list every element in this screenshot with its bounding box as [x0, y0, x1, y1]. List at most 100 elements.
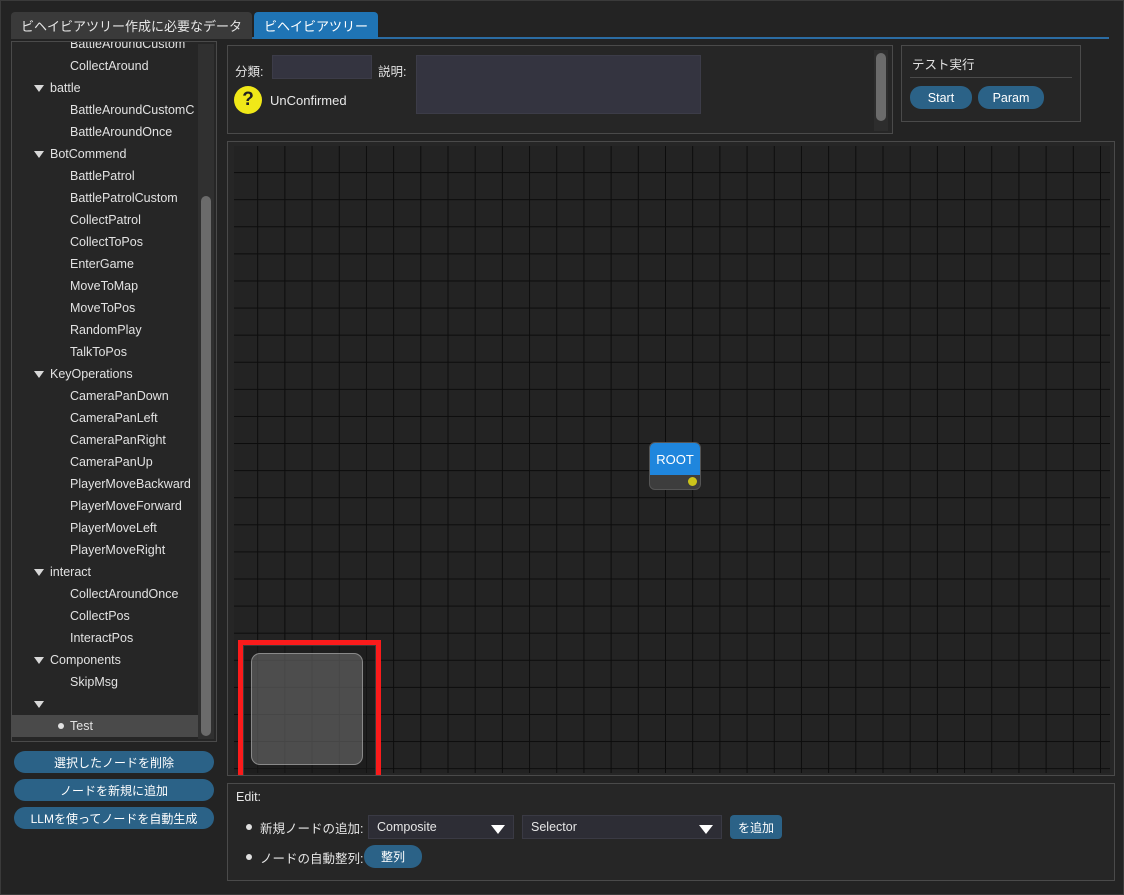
chevron-down-icon[interactable]: [34, 568, 44, 576]
minimap-viewport-rect[interactable]: [251, 653, 363, 765]
tree-item[interactable]: PlayerMoveRight: [12, 539, 198, 561]
tree-item-label: TalkToPos: [70, 345, 127, 359]
tree-item[interactable]: CollectAroundOnce: [12, 583, 198, 605]
tree-item-label: CameraPanUp: [70, 455, 153, 469]
tree-item[interactable]: CollectPos: [12, 605, 198, 627]
edit-panel-title: Edit:: [236, 790, 262, 804]
tree-item-test-selected[interactable]: Test: [12, 715, 198, 737]
tree-item-label: BattleAroundOnce: [70, 125, 173, 139]
chevron-down-icon[interactable]: [491, 825, 505, 834]
divider: [910, 77, 1072, 78]
node-output-port[interactable]: [688, 477, 697, 486]
bullet-icon: [246, 854, 252, 860]
bullet-icon: [246, 824, 252, 830]
tree-item[interactable]: MoveToPos: [12, 297, 198, 319]
tree-group-label: interact: [50, 565, 91, 579]
behavior-tree-canvas[interactable]: ROOT: [227, 141, 1115, 776]
chevron-down-icon[interactable]: [34, 370, 44, 378]
tree-group[interactable]: BotCommend: [12, 143, 198, 165]
llm-auto-generate-node-button[interactable]: LLMを使ってノードを自動生成: [14, 807, 214, 829]
tree-group-label: KeyOperations: [50, 367, 133, 381]
node-category-dropdown[interactable]: Composite: [368, 815, 514, 839]
add-node-confirm-button[interactable]: を追加: [730, 815, 782, 839]
tree-item-label: BattlePatrol: [70, 169, 135, 183]
tree-group[interactable]: Components: [12, 649, 198, 671]
minimap[interactable]: [243, 645, 376, 775]
tree-item[interactable]: CollectAround: [12, 55, 198, 77]
chevron-down-icon[interactable]: [699, 825, 713, 834]
node-tree-list: BattleAroundCustom CollectAround battle …: [12, 42, 198, 737]
chevron-down-icon[interactable]: [34, 700, 44, 708]
tab-required-data[interactable]: ビヘイビアツリー作成に必要なデータ: [11, 12, 253, 39]
tree-item[interactable]: EnterGame: [12, 253, 198, 275]
tree-item-label: InteractPos: [70, 631, 134, 645]
tree-item[interactable]: CollectToPos: [12, 231, 198, 253]
tree-item[interactable]: SkipMsg: [12, 671, 198, 693]
tree-item[interactable]: MoveToMap: [12, 275, 198, 297]
tab-behavior-tree[interactable]: ビヘイビアツリー: [254, 12, 379, 39]
minimap-highlight: [238, 640, 381, 775]
canvas-grid[interactable]: ROOT: [234, 146, 1110, 775]
question-mark-icon: ?: [234, 86, 262, 114]
tree-item[interactable]: BattleAroundCustom: [12, 42, 198, 55]
node-tree-viewport: BattleAroundCustom CollectAround battle …: [12, 42, 198, 741]
description-label: 説明:: [378, 65, 407, 79]
node-root[interactable]: ROOT: [649, 442, 701, 490]
tree-item[interactable]: CameraPanDown: [12, 385, 198, 407]
tree-item-label: Test: [70, 719, 93, 733]
tree-item-label: CollectPatrol: [70, 213, 141, 227]
start-button[interactable]: Start: [910, 86, 972, 109]
tree-item[interactable]: CameraPanUp: [12, 451, 198, 473]
info-scrollbar[interactable]: [874, 50, 888, 131]
tab-bar: ビヘイビアツリー作成に必要なデータ ビヘイビアツリー: [11, 9, 1115, 39]
auto-align-label: ノードの自動整列:: [260, 851, 364, 866]
tree-item-label: CameraPanRight: [70, 433, 166, 447]
align-button[interactable]: 整列: [364, 845, 422, 868]
tree-group-label: battle: [50, 81, 81, 95]
tree-item[interactable]: BattleAroundCustomC: [12, 99, 198, 121]
left-panel: BattleAroundCustom CollectAround battle …: [11, 41, 217, 886]
chevron-down-icon[interactable]: [34, 656, 44, 664]
edit-panel: Edit: 新規ノードの追加: Composite Selector を追加 ノ…: [227, 783, 1115, 881]
tree-item-label: CollectPos: [70, 609, 130, 623]
tree-item[interactable]: PlayerMoveForward: [12, 495, 198, 517]
tree-item-label: BattlePatrolCustom: [70, 191, 178, 205]
add-node-label: 新規ノードの追加:: [260, 821, 364, 836]
add-new-node-button[interactable]: ノードを新規に追加: [14, 779, 214, 801]
description-textarea[interactable]: [416, 55, 701, 114]
tree-scrollbar[interactable]: [198, 44, 214, 739]
delete-selected-node-button[interactable]: 選択したノードを削除: [14, 751, 214, 773]
tree-group-label: BotCommend: [50, 147, 127, 161]
tree-item[interactable]: BattleAroundOnce: [12, 121, 198, 143]
tree-item[interactable]: BattlePatrol: [12, 165, 198, 187]
tree-item-label: EnterGame: [70, 257, 134, 271]
application-window: ビヘイビアツリー作成に必要なデータ ビヘイビアツリー BattleAroundC…: [0, 0, 1124, 895]
tree-item[interactable]: RandomPlay: [12, 319, 198, 341]
tree-scrollbar-thumb[interactable]: [201, 196, 211, 736]
tree-item-label: MoveToMap: [70, 279, 139, 293]
test-execution-panel: テスト実行 Start Param: [901, 45, 1081, 122]
tree-item[interactable]: CollectPatrol: [12, 209, 198, 231]
tree-item-label: CameraPanDown: [70, 389, 169, 403]
tree-group-unnamed[interactable]: [12, 693, 198, 715]
chevron-down-icon[interactable]: [34, 150, 44, 158]
tree-item[interactable]: CameraPanRight: [12, 429, 198, 451]
tree-item[interactable]: TalkToPos: [12, 341, 198, 363]
chevron-down-icon[interactable]: [34, 84, 44, 92]
tree-item[interactable]: PlayerMoveBackward: [12, 473, 198, 495]
tree-item[interactable]: CameraPanLeft: [12, 407, 198, 429]
info-scrollbar-thumb[interactable]: [876, 53, 886, 121]
node-type-dropdown[interactable]: Selector: [522, 815, 722, 839]
node-type-value: Selector: [531, 820, 577, 834]
tree-item[interactable]: InteractPos: [12, 627, 198, 649]
tree-group[interactable]: KeyOperations: [12, 363, 198, 385]
tree-item[interactable]: BattlePatrolCustom: [12, 187, 198, 209]
tree-item-label: BattleAroundCustom: [70, 42, 186, 51]
tree-item-label: BattleAroundCustomC: [70, 103, 195, 117]
tree-item-label: CollectAroundOnce: [70, 587, 179, 601]
tree-group[interactable]: interact: [12, 561, 198, 583]
tree-group[interactable]: battle: [12, 77, 198, 99]
category-input[interactable]: [272, 55, 372, 79]
tree-item[interactable]: PlayerMoveLeft: [12, 517, 198, 539]
param-button[interactable]: Param: [978, 86, 1044, 109]
